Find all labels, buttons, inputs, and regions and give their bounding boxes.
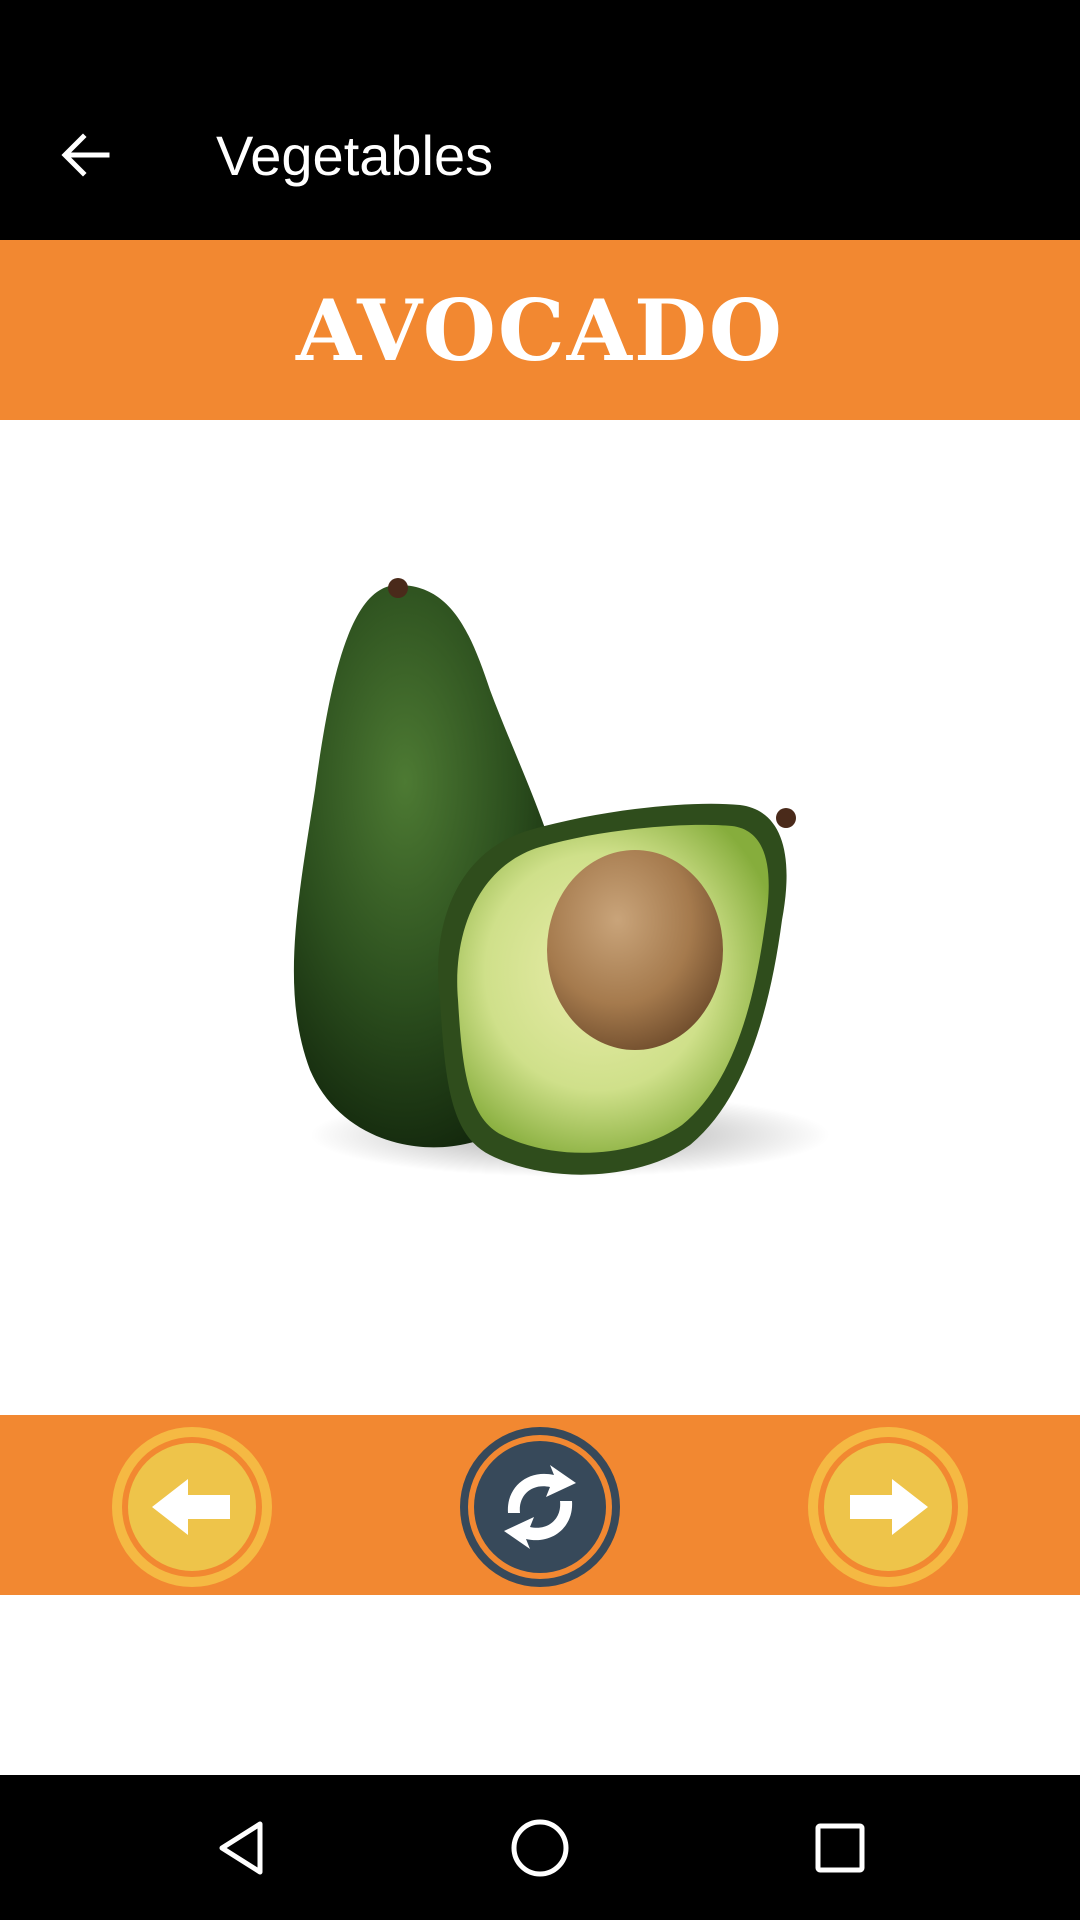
triangle-back-icon (219, 1821, 263, 1875)
system-home-button[interactable] (495, 1803, 585, 1893)
page-title: Vegetables (216, 124, 494, 187)
arrow-back-icon (61, 133, 110, 177)
control-bar (0, 1415, 1080, 1595)
square-recents-icon (815, 1823, 865, 1873)
refresh-icon (460, 1427, 620, 1587)
back-button[interactable] (40, 110, 130, 200)
item-name: AVOCADO (296, 280, 784, 380)
status-bar (0, 0, 1080, 72)
system-back-button[interactable] (195, 1803, 285, 1893)
app-bar: Vegetables (0, 72, 1080, 240)
arrow-right-icon (808, 1427, 968, 1587)
arrow-left-icon (112, 1427, 272, 1587)
next-button[interactable] (806, 1425, 970, 1589)
avocado-image (293, 578, 830, 1177)
reload-button[interactable] (458, 1425, 622, 1589)
item-image-area (0, 420, 1080, 1415)
previous-button[interactable] (110, 1425, 274, 1589)
item-title-banner: AVOCADO (0, 240, 1080, 420)
circle-home-icon (511, 1819, 569, 1877)
system-navigation-bar (0, 1775, 1080, 1920)
ad-banner-area (17, 1595, 1039, 1775)
system-recents-button[interactable] (795, 1803, 885, 1893)
